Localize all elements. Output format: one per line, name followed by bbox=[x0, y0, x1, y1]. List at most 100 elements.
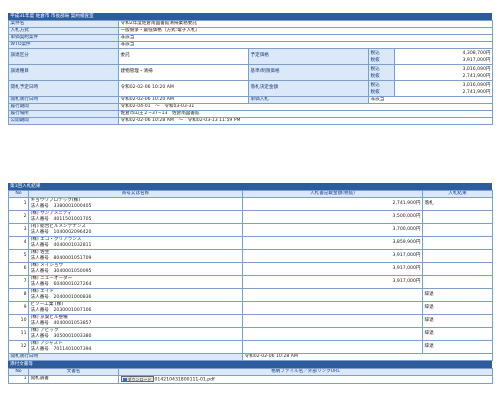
bid-amount: 3,917,000円 bbox=[242, 249, 423, 263]
bid-no: 6 bbox=[8, 262, 29, 276]
planned-price-tax-excl: 3,917,000円 bbox=[462, 57, 491, 63]
bid-no: 5 bbox=[8, 249, 29, 263]
bid-company-reg: 法人番号 2040001000836 bbox=[30, 295, 92, 300]
tax-incl-label: 税込 bbox=[370, 50, 380, 56]
bid-method-label: 入札方式 bbox=[8, 27, 119, 35]
bid-result bbox=[422, 236, 493, 250]
bid-no: 10 bbox=[8, 314, 29, 328]
bid-company-cell: (株) エコ・クリアランス 法人番号 4040001032811 bbox=[28, 236, 243, 250]
bid-results-section: 第1回入札結果 No 商号又は名称 入札書記載金額(税抜) 入札結果 1 キョウワ… bbox=[8, 183, 493, 361]
doc-row: 1 開札調書 ダウンロード 014210431800111-01.pdf bbox=[8, 374, 493, 385]
planned-price-label: 予定価格 bbox=[248, 48, 369, 65]
case-info-table: 案件名 令和2年度佐倉南図書館清掃業務委託 入札方式 一般競争・最低価格（方式:… bbox=[8, 20, 493, 125]
download-icon bbox=[122, 377, 127, 382]
bid-row: 10 (株) 京葉ビル整備 法人番号 4040001053857 辞退 bbox=[8, 314, 493, 328]
doc-file-cell: ダウンロード 014210431800111-01.pdf bbox=[118, 374, 493, 385]
single-bid-label: 単価入札 bbox=[248, 96, 369, 104]
bid-no: 4 bbox=[8, 236, 29, 250]
tax-incl-label: 税込 bbox=[370, 66, 380, 72]
tax-excl-label: 税抜 bbox=[370, 57, 380, 63]
bid-row: 8 (株) エイド 法人番号 2040001000836 辞退 bbox=[8, 288, 493, 302]
bid-company-cell: (株) アビック 法人番号 3050001003380 bbox=[28, 327, 243, 341]
bid-amount: 3,859,900円 bbox=[242, 236, 423, 250]
min-price-tax-excl: 2,741,900円 bbox=[462, 73, 491, 79]
bid-no: 8 bbox=[8, 288, 29, 302]
bid-amount: 2,741,900円 bbox=[242, 197, 423, 211]
category-value: 建物管理・清掃 bbox=[118, 64, 249, 81]
bid-row: 9 ビソー工業 (株) 法人番号 2030001007106 辞退 bbox=[8, 301, 493, 315]
bid-result: 辞退 bbox=[422, 314, 493, 328]
bid-amount: 3,917,000円 bbox=[242, 275, 423, 289]
col-no: No bbox=[8, 190, 29, 198]
award-amount-tax-labels: 税込 税抜 bbox=[368, 80, 395, 97]
col-amount: 入札書記載金額(税抜) bbox=[242, 190, 423, 198]
bid-amount bbox=[242, 340, 423, 354]
bid-company-reg: 法人番号 3380001000405 bbox=[30, 204, 92, 209]
bid-company-reg: 法人番号 3040001050095 bbox=[30, 269, 92, 274]
bid-method-value: 一般競争・最低価格（方式:電子入札） bbox=[118, 27, 493, 35]
category-label: 調達種目 bbox=[8, 64, 119, 81]
bid-no: 7 bbox=[8, 275, 29, 289]
case-name-label: 案件名 bbox=[8, 20, 119, 28]
tax-excl-label: 税抜 bbox=[370, 73, 380, 79]
bid-company-reg: 法人番号 2030001007106 bbox=[30, 308, 92, 313]
bid-no: 3 bbox=[8, 223, 29, 237]
award-amount-tax-incl: 3,016,090円 bbox=[462, 82, 491, 88]
case-info-header: 平成31年度 佐倉市 市長部局 契約検査室 bbox=[8, 13, 492, 20]
bid-result: 辞退 bbox=[422, 301, 493, 315]
bid-company-reg: 法人番号 4040001053857 bbox=[30, 321, 92, 326]
bid-result bbox=[422, 210, 493, 224]
period-label: 履行期間 bbox=[8, 103, 119, 111]
procurement-type-value: 委託 bbox=[118, 48, 249, 65]
bid-row: 12 (株) アジャスト 法人番号 7011401007394 辞退 bbox=[8, 340, 493, 354]
bid-results-table: No 商号又は名称 入札書記載金額(税抜) 入札結果 1 キョウワプロテック(株)… bbox=[8, 190, 493, 361]
bid-company-cell: (有) 総合ビルメンテナンス 法人番号 1040002096420 bbox=[28, 223, 243, 237]
bid-amount bbox=[242, 314, 423, 328]
bid-results-header: 第1回入札結果 bbox=[8, 183, 492, 190]
bid-result bbox=[422, 223, 493, 237]
bid-company-cell: ビソー工業 (株) 法人番号 2030001007106 bbox=[28, 301, 243, 315]
tax-excl-label: 税抜 bbox=[370, 89, 380, 95]
bid-amount bbox=[242, 327, 423, 341]
open-scheduled-label: 開札予定日時 bbox=[8, 80, 119, 97]
bid-row: 1 キョウワプロテック(株) 法人番号 3380001000405 2,741,900… bbox=[8, 197, 493, 211]
bid-result bbox=[422, 275, 493, 289]
case-info-section: 平成31年度 佐倉市 市長部局 契約検査室 案件名 令和2年度佐倉南図書館清掃業… bbox=[8, 13, 493, 125]
bid-company-reg: 法人番号 7011401007394 bbox=[30, 347, 92, 352]
bid-company-cell: (株) エイド 法人番号 2040001000836 bbox=[28, 288, 243, 302]
location-value: 佐倉市山王２−37−13 佐倉南図書館 bbox=[118, 110, 493, 118]
open-scheduled-value: 令和02-02-06 10:20 AM bbox=[118, 80, 249, 97]
bid-company-cell: キョウワプロテック(株) 法人番号 3380001000405 bbox=[28, 197, 243, 211]
case-name-value: 令和2年度佐倉南図書館清掃業務委託 bbox=[118, 20, 493, 28]
open-executed-value: 令和02-02-06 10:20 AM bbox=[118, 96, 249, 104]
bid-company-cell: (株) 京葉ビル整備 法人番号 4040001053857 bbox=[28, 314, 243, 328]
bid-company-reg: 法人番号 8040001051709 bbox=[30, 256, 92, 261]
bid-amount: 3,917,000円 bbox=[242, 262, 423, 276]
doc-no: 1 bbox=[8, 374, 29, 385]
bid-row: 11 (株) アビック 法人番号 3050001003380 辞退 bbox=[8, 327, 493, 341]
award-amount-values: 3,016,090円 2,741,900円 bbox=[394, 80, 493, 97]
bid-row: 4 (株) エコ・クリアランス 法人番号 4040001032811 3,859,90… bbox=[8, 236, 493, 250]
bid-amount bbox=[242, 288, 423, 302]
bid-company-reg: 法人番号 1040002096420 bbox=[30, 230, 92, 235]
bid-company-cell: (株) メイショウ 法人番号 3040001050095 bbox=[28, 262, 243, 276]
download-button-label: ダウンロード bbox=[127, 377, 152, 382]
doc-col-name: 文書名 bbox=[28, 368, 119, 376]
award-amount-tax-excl: 2,741,900円 bbox=[462, 89, 491, 95]
bid-row: 6 (株) メイショウ 法人番号 3040001050095 3,917,000円 bbox=[8, 262, 493, 276]
public-period-label: 公開期間 bbox=[8, 117, 119, 125]
bid-no: 2 bbox=[8, 210, 29, 224]
bid-result bbox=[422, 249, 493, 263]
planned-price-tax-labels: 税込 税抜 bbox=[368, 48, 395, 65]
unit-contract-value: 非該当 bbox=[118, 34, 493, 42]
bid-row: 2 (株) サンアメニティ 法人番号 4011501001705 3,500,000円 bbox=[8, 210, 493, 224]
min-price-tax-incl: 3,016,090円 bbox=[462, 66, 491, 72]
download-button[interactable]: ダウンロード bbox=[120, 376, 154, 382]
doc-file-link[interactable]: 014210431800111-01.pdf bbox=[155, 378, 215, 383]
bid-row: 3 (有) 総合ビルメンテナンス 法人番号 1040002096420 3,700,0… bbox=[8, 223, 493, 237]
open-executed-label: 開札執行日時 bbox=[8, 96, 119, 104]
attachments-section: 添付文書等 No 文書名 格納ファイル名／外部リンクURL 1 開札調書 ダウン… bbox=[8, 361, 493, 385]
bid-no: 9 bbox=[8, 301, 29, 315]
bid-no: 12 bbox=[8, 340, 29, 354]
tax-incl-label: 税込 bbox=[370, 82, 380, 88]
